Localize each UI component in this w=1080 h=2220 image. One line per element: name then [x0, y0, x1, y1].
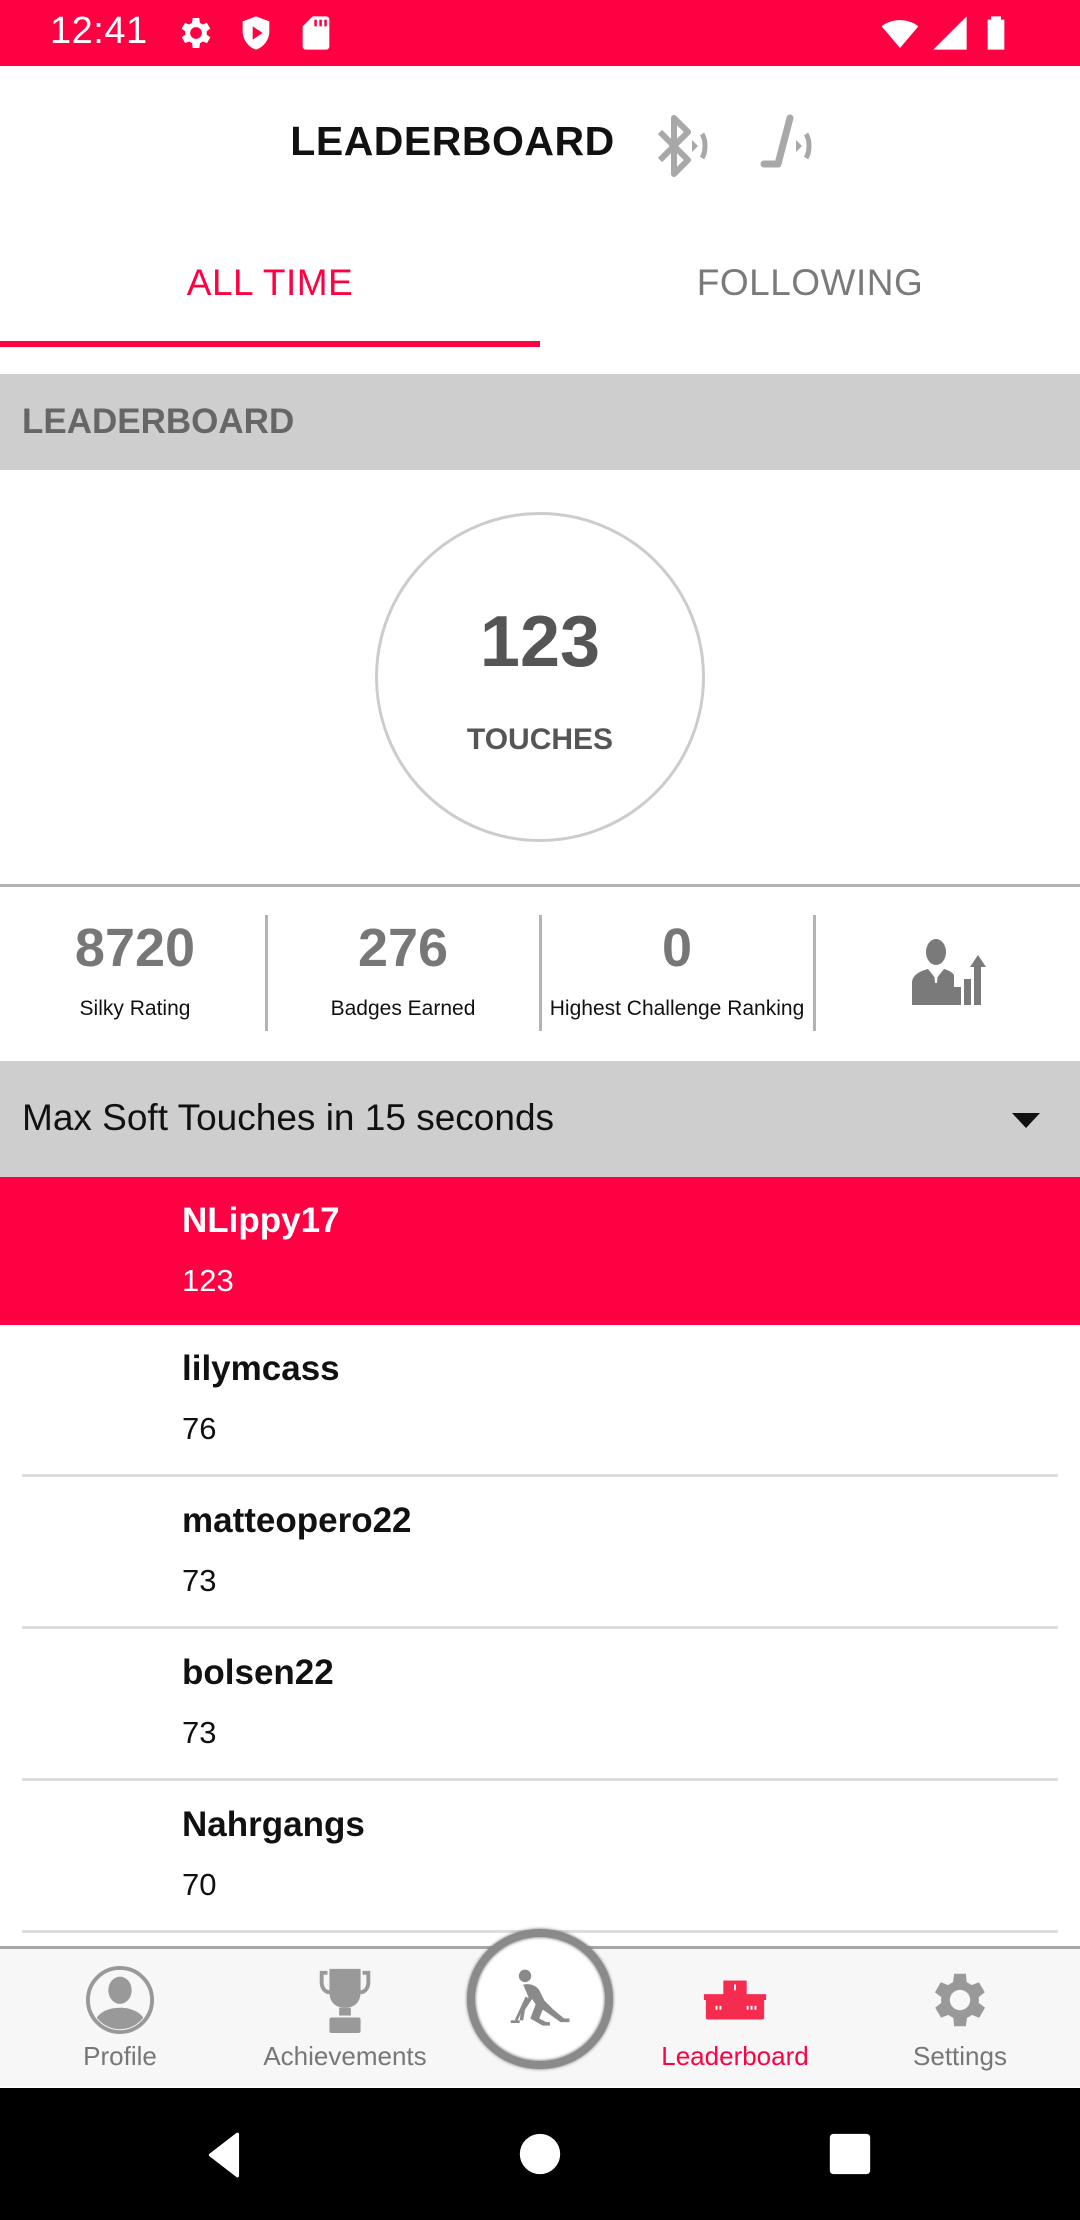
leaderboard-row[interactable]: lilymcass 76	[0, 1325, 1080, 1477]
nav-label: Leaderboard	[661, 2041, 809, 2071]
home-icon[interactable]	[518, 2132, 562, 2176]
stat-silky-rating: 8720 Silky Rating	[0, 887, 270, 1061]
nav-leaderboard[interactable]: Leaderboard	[620, 1949, 850, 2089]
status-bar: 12:41	[0, 0, 1080, 66]
section-title: LEADERBOARD	[22, 402, 295, 441]
nav-profile[interactable]: Profile	[40, 1949, 200, 2089]
player-name: matteopero22	[182, 1501, 412, 1540]
tab-indicator	[0, 341, 540, 347]
recents-icon[interactable]	[828, 2132, 872, 2176]
leaderboard-row[interactable]: matteopero22 73	[0, 1477, 1080, 1629]
nav-label: Profile	[83, 2041, 157, 2071]
stats-row: 8720 Silky Rating 276 Badges Earned 0 Hi…	[0, 887, 1080, 1061]
shield-play-icon	[242, 16, 270, 50]
player-score: 123	[182, 1263, 234, 1298]
player-score: 73	[182, 1563, 217, 1598]
status-time: 12:41	[50, 10, 148, 52]
nav-label: Achievements	[263, 2041, 427, 2071]
player-name: bolsen22	[182, 1653, 334, 1692]
podium-icon	[703, 1980, 767, 2020]
hockey-stick-signal-icon[interactable]	[758, 114, 818, 178]
app-header: LEADERBOARD	[0, 66, 1080, 226]
stat-label: Silky Rating	[79, 997, 191, 1020]
leaderboard-row[interactable]: bolsen22 73	[0, 1629, 1080, 1781]
nav-train-button[interactable]	[467, 1929, 613, 2069]
trophy-icon	[319, 1968, 371, 2034]
player-name: NLippy17	[182, 1201, 340, 1240]
system-nav-bar	[0, 2088, 1080, 2220]
dropdown-selected-value: Max Soft Touches in 15 seconds	[22, 1097, 555, 1138]
profile-icon	[85, 1965, 155, 2035]
nav-achievements[interactable]: Achievements	[250, 1949, 440, 2089]
player-score: 73	[182, 1715, 217, 1750]
player-name: lilymcass	[182, 1349, 340, 1388]
challenge-dropdown[interactable]: Max Soft Touches in 15 seconds	[0, 1061, 1080, 1177]
score-value: 123	[479, 602, 601, 682]
leaderboard-row[interactable]: Nahrgangs 70	[0, 1781, 1080, 1933]
cell-signal-icon	[933, 16, 967, 50]
player-name: Nahrgangs	[182, 1805, 365, 1844]
section-header: LEADERBOARD	[0, 374, 1080, 470]
player-score: 76	[182, 1411, 217, 1446]
nav-settings[interactable]: Settings	[880, 1949, 1040, 2089]
tab-following[interactable]: FOLLOWING	[540, 226, 1080, 350]
tab-all-time[interactable]: ALL TIME	[0, 226, 540, 350]
settings-gear-icon	[181, 18, 211, 48]
back-icon[interactable]	[200, 2130, 250, 2180]
stat-divider	[813, 915, 816, 1031]
nav-label: Settings	[913, 2041, 1007, 2071]
stat-highest-challenge-ranking: 0 Highest Challenge Ranking	[542, 887, 812, 1061]
sd-card-icon	[302, 16, 330, 50]
score-panel: 123 TOUCHES	[0, 470, 1080, 884]
stat-value: 8720	[74, 918, 196, 978]
tab-bar: ALL TIME FOLLOWING	[0, 226, 1080, 350]
player-score: 70	[182, 1867, 217, 1902]
battery-icon	[987, 16, 1005, 50]
bluetooth-icon[interactable]	[652, 114, 712, 178]
score-label: TOUCHES	[466, 723, 614, 756]
person-growth-chart-icon[interactable]	[912, 939, 988, 1005]
stat-badges-earned: 276 Badges Earned	[268, 887, 538, 1061]
dropdown-arrow-icon	[1012, 1113, 1040, 1128]
stat-label: Highest Challenge Ranking	[549, 997, 805, 1020]
leaderboard-list: NLippy17 123 lilymcass 76 matteopero22 7…	[0, 1177, 1080, 1933]
stat-label: Badges Earned	[330, 997, 476, 1020]
wifi-icon	[881, 20, 919, 48]
settings-icon	[934, 1973, 986, 2027]
stat-value: 276	[357, 918, 449, 978]
leaderboard-row-current-user[interactable]: NLippy17 123	[0, 1177, 1080, 1325]
stat-value: 0	[661, 918, 693, 978]
score-circle: 123 TOUCHES	[375, 512, 705, 842]
hockey-player-icon	[510, 1969, 570, 2026]
